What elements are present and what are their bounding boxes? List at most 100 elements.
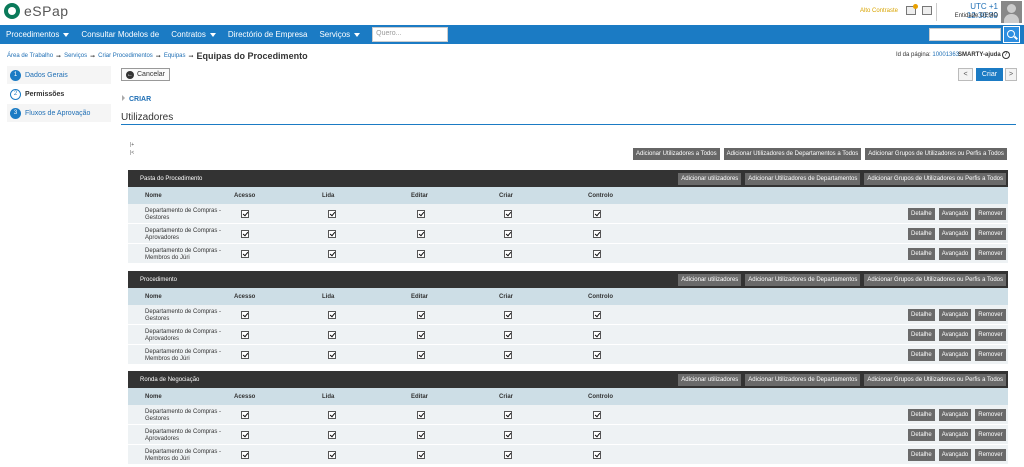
group-add-button[interactable]: Adicionar Utilizadores de Departamentos bbox=[745, 273, 861, 286]
permission-checkbox[interactable] bbox=[504, 250, 512, 258]
permission-checkbox[interactable] bbox=[328, 311, 336, 319]
nav-item-3[interactable]: Directório de Empresa bbox=[222, 25, 314, 44]
permission-checkbox[interactable] bbox=[504, 331, 512, 339]
advanced-button[interactable]: Avançado bbox=[938, 248, 972, 260]
group-add-button[interactable]: Adicionar Grupos de Utilizadores ou Perf… bbox=[864, 273, 1006, 286]
detail-button[interactable]: Detalhe bbox=[908, 349, 935, 361]
breadcrumb-link[interactable]: Equipas bbox=[164, 53, 186, 59]
permission-checkbox[interactable] bbox=[241, 411, 249, 419]
group-add-button[interactable]: Adicionar utilizadores bbox=[678, 172, 742, 185]
remove-button[interactable]: Remover bbox=[975, 349, 1006, 361]
permission-checkbox[interactable] bbox=[241, 311, 249, 319]
avatar[interactable] bbox=[1001, 1, 1022, 23]
permission-checkbox[interactable] bbox=[593, 230, 601, 238]
page-id-value[interactable]: 10001363 bbox=[932, 52, 959, 58]
permission-checkbox[interactable] bbox=[593, 351, 601, 359]
criar-button[interactable]: Criar bbox=[976, 68, 1003, 81]
permission-checkbox[interactable] bbox=[593, 311, 601, 319]
nav-item-2[interactable]: Contratos bbox=[165, 25, 222, 44]
permission-checkbox[interactable] bbox=[241, 431, 249, 439]
search-icon[interactable] bbox=[1003, 26, 1020, 43]
entity-name[interactable]: Entidade DEMO bbox=[940, 13, 998, 19]
permission-checkbox[interactable] bbox=[417, 331, 425, 339]
add-all-button[interactable]: Adicionar Grupos de Utilizadores ou Perf… bbox=[865, 148, 1007, 160]
permission-checkbox[interactable] bbox=[504, 431, 512, 439]
calendar-icon[interactable] bbox=[922, 6, 932, 15]
permission-checkbox[interactable] bbox=[504, 311, 512, 319]
permission-checkbox[interactable] bbox=[593, 250, 601, 258]
nav-item-0[interactable]: Procedimentos bbox=[0, 25, 75, 44]
detail-button[interactable]: Detalhe bbox=[908, 429, 935, 441]
permission-checkbox[interactable] bbox=[504, 210, 512, 218]
permission-checkbox[interactable] bbox=[241, 331, 249, 339]
advanced-button[interactable]: Avançado bbox=[938, 349, 972, 361]
search-input[interactable] bbox=[929, 28, 1001, 41]
detail-button[interactable]: Detalhe bbox=[908, 309, 935, 321]
permission-checkbox[interactable] bbox=[328, 411, 336, 419]
remove-button[interactable]: Remover bbox=[975, 449, 1006, 461]
advanced-button[interactable]: Avançado bbox=[938, 449, 972, 461]
permission-checkbox[interactable] bbox=[328, 210, 336, 218]
advanced-button[interactable]: Avançado bbox=[938, 208, 972, 220]
high-contrast-link[interactable]: Alto Contraste bbox=[860, 8, 898, 14]
permission-checkbox[interactable] bbox=[417, 250, 425, 258]
permission-checkbox[interactable] bbox=[593, 451, 601, 459]
remove-button[interactable]: Remover bbox=[975, 228, 1006, 240]
remove-button[interactable]: Remover bbox=[975, 248, 1006, 260]
permission-checkbox[interactable] bbox=[417, 210, 425, 218]
detail-button[interactable]: Detalhe bbox=[908, 248, 935, 260]
group-add-button[interactable]: Adicionar Utilizadores de Departamentos bbox=[745, 373, 861, 386]
group-add-button[interactable]: Adicionar Grupos de Utilizadores ou Perf… bbox=[864, 172, 1006, 185]
add-all-button[interactable]: Adicionar Utilizadores a Todos bbox=[633, 148, 720, 160]
permission-checkbox[interactable] bbox=[417, 411, 425, 419]
group-add-button[interactable]: Adicionar Grupos de Utilizadores ou Perf… bbox=[864, 373, 1006, 386]
advanced-button[interactable]: Avançado bbox=[938, 329, 972, 341]
help-link[interactable]: SMARTY-ajuda? bbox=[958, 51, 1010, 59]
permission-checkbox[interactable] bbox=[593, 431, 601, 439]
permission-checkbox[interactable] bbox=[241, 351, 249, 359]
permission-checkbox[interactable] bbox=[504, 230, 512, 238]
remove-button[interactable]: Remover bbox=[975, 429, 1006, 441]
breadcrumb-link[interactable]: Área de Trabalho bbox=[7, 53, 53, 59]
permission-checkbox[interactable] bbox=[328, 250, 336, 258]
permission-checkbox[interactable] bbox=[504, 411, 512, 419]
permission-checkbox[interactable] bbox=[328, 331, 336, 339]
nav-item-4[interactable]: Serviços bbox=[313, 25, 366, 44]
permission-checkbox[interactable] bbox=[328, 351, 336, 359]
remove-button[interactable]: Remover bbox=[975, 208, 1006, 220]
breadcrumb-link[interactable]: Serviços bbox=[64, 53, 87, 59]
permission-checkbox[interactable] bbox=[417, 431, 425, 439]
detail-button[interactable]: Detalhe bbox=[908, 228, 935, 240]
permission-checkbox[interactable] bbox=[504, 451, 512, 459]
permission-checkbox[interactable] bbox=[593, 411, 601, 419]
group-add-button[interactable]: Adicionar utilizadores bbox=[678, 273, 742, 286]
permission-checkbox[interactable] bbox=[241, 451, 249, 459]
wizard-step[interactable]: 3 Fluxos de Aprovação bbox=[7, 104, 111, 123]
next-button[interactable]: > bbox=[1005, 68, 1017, 81]
wizard-step[interactable]: 2 Permissões bbox=[7, 85, 111, 104]
permission-checkbox[interactable] bbox=[241, 250, 249, 258]
prev-button[interactable]: < bbox=[958, 68, 973, 81]
permission-checkbox[interactable] bbox=[328, 451, 336, 459]
permission-checkbox[interactable] bbox=[241, 230, 249, 238]
permission-checkbox[interactable] bbox=[417, 351, 425, 359]
remove-button[interactable]: Remover bbox=[975, 329, 1006, 341]
collapse-all-mark[interactable]: |< bbox=[130, 149, 134, 157]
remove-button[interactable]: Remover bbox=[975, 409, 1006, 421]
cancel-button[interactable]: ← Cancelar bbox=[121, 68, 171, 81]
breadcrumb-link[interactable]: Criar Procedimentos bbox=[98, 53, 153, 59]
detail-button[interactable]: Detalhe bbox=[908, 329, 935, 341]
detail-button[interactable]: Detalhe bbox=[908, 208, 935, 220]
permission-checkbox[interactable] bbox=[504, 351, 512, 359]
tree-marks[interactable]: |+ |< bbox=[130, 141, 134, 157]
permission-checkbox[interactable] bbox=[328, 431, 336, 439]
quick-search-input[interactable]: Quero... bbox=[372, 27, 449, 42]
nav-item-1[interactable]: Consultar Modelos de bbox=[75, 25, 165, 44]
permission-checkbox[interactable] bbox=[417, 451, 425, 459]
detail-button[interactable]: Detalhe bbox=[908, 409, 935, 421]
permission-checkbox[interactable] bbox=[417, 230, 425, 238]
advanced-button[interactable]: Avançado bbox=[938, 309, 972, 321]
wizard-step[interactable]: 1 Dados Gerais bbox=[7, 66, 111, 85]
permission-checkbox[interactable] bbox=[417, 311, 425, 319]
permission-checkbox[interactable] bbox=[328, 230, 336, 238]
